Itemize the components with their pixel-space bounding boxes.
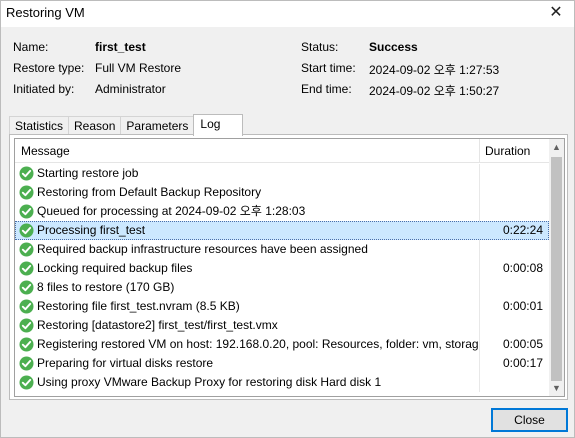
initiated-by-label: Initiated by:	[13, 82, 75, 96]
log-message: Processing first_test	[37, 223, 146, 237]
restore-type-label: Restore type:	[13, 61, 85, 75]
close-window-icon[interactable]: ✕	[546, 3, 566, 23]
tab-reason[interactable]: Reason	[68, 116, 122, 136]
log-message: 8 files to restore (170 GB)	[37, 280, 175, 294]
log-duration: 0:00:01	[479, 297, 549, 316]
log-duration	[479, 202, 549, 221]
log-duration	[479, 278, 549, 297]
window-title: Restoring VM	[6, 5, 85, 20]
log-message: Restoring from Default Backup Repository	[37, 185, 262, 199]
end-time-label: End time:	[301, 82, 352, 96]
log-message: Registering restored VM on host: 192.168…	[37, 337, 479, 351]
tab-statistics[interactable]: Statistics	[9, 116, 70, 136]
log-row[interactable]: Required backup infrastructure resources…	[15, 240, 549, 259]
log-header: Message Duration	[15, 139, 564, 163]
log-message: Queued for processing at 2024-09-02 오후 1…	[37, 204, 306, 218]
log-message: Using proxy VMware Backup Proxy for rest…	[37, 375, 382, 389]
end-time-value: 2024-09-02 오후 1:50:27	[369, 84, 500, 98]
log-duration: 0:00:17	[479, 354, 549, 373]
vertical-scrollbar[interactable]: ▲ ▼	[549, 139, 564, 396]
log-message: Starting restore job	[37, 166, 139, 180]
close-button[interactable]: Close	[491, 408, 568, 432]
log-row[interactable]: Restoring file first_test.nvram (8.5 KB)…	[15, 297, 549, 316]
log-tab-panel: Message Duration Starting restore job Res…	[9, 134, 568, 400]
log-row[interactable]: Restoring [datastore2] first_test/first_…	[15, 316, 549, 335]
tab-strip: Statistics Reason Parameters Log	[9, 114, 244, 136]
status-value: Success	[369, 40, 418, 54]
start-time-label: Start time:	[301, 61, 356, 75]
log-duration	[479, 373, 549, 392]
log-message: Restoring [datastore2] first_test/first_…	[37, 318, 278, 332]
log-duration: 0:00:08	[479, 259, 549, 278]
log-duration	[479, 183, 549, 202]
title-bar: Restoring VM ✕	[1, 1, 574, 27]
log-message: Required backup infrastructure resources…	[37, 242, 368, 256]
initiated-by-value: Administrator	[95, 82, 166, 96]
log-row[interactable]: 8 files to restore (170 GB)	[15, 278, 549, 297]
log-message: Preparing for virtual disks restore	[37, 356, 214, 370]
tab-parameters[interactable]: Parameters	[120, 116, 195, 136]
scroll-up-icon[interactable]: ▲	[549, 139, 564, 155]
start-time-value: 2024-09-02 오후 1:27:53	[369, 63, 500, 77]
restore-type-value: Full VM Restore	[95, 61, 182, 75]
duration-column-header[interactable]: Duration	[479, 139, 530, 163]
log-row[interactable]: Queued for processing at 2024-09-02 오후 1…	[15, 202, 549, 221]
name-value: first_test	[95, 40, 146, 54]
scroll-down-icon[interactable]: ▼	[549, 380, 564, 396]
status-label: Status:	[301, 40, 339, 54]
log-row[interactable]: Locking required backup files 0:00:08	[15, 259, 549, 278]
log-duration	[479, 240, 549, 259]
log-duration	[479, 316, 549, 335]
message-column-header[interactable]: Message	[15, 139, 70, 163]
log-message: Locking required backup files	[37, 261, 193, 275]
scroll-thumb[interactable]	[551, 157, 562, 381]
log-duration: 0:22:24	[502, 223, 543, 237]
tab-log[interactable]: Log	[193, 114, 244, 136]
log-message: Restoring file first_test.nvram (8.5 KB)	[37, 299, 240, 313]
log-row[interactable]: Processing first_test 0:22:24	[15, 221, 549, 240]
log-row[interactable]: Preparing for virtual disks restore 0:00:…	[15, 354, 549, 373]
log-row[interactable]: Restoring from Default Backup Repository	[15, 183, 549, 202]
log-row[interactable]: Registering restored VM on host: 192.168…	[15, 335, 549, 354]
restoring-vm-dialog: Restoring VM ✕ Name: first_test Restore …	[0, 0, 575, 438]
log-duration	[479, 164, 549, 183]
log-duration: 0:00:05	[479, 335, 549, 354]
name-label: Name:	[13, 40, 49, 54]
log-row[interactable]: Starting restore job	[15, 164, 549, 183]
log-row[interactable]: Using proxy VMware Backup Proxy for rest…	[15, 373, 549, 392]
log-list[interactable]: Message Duration Starting restore job Res…	[14, 138, 565, 397]
